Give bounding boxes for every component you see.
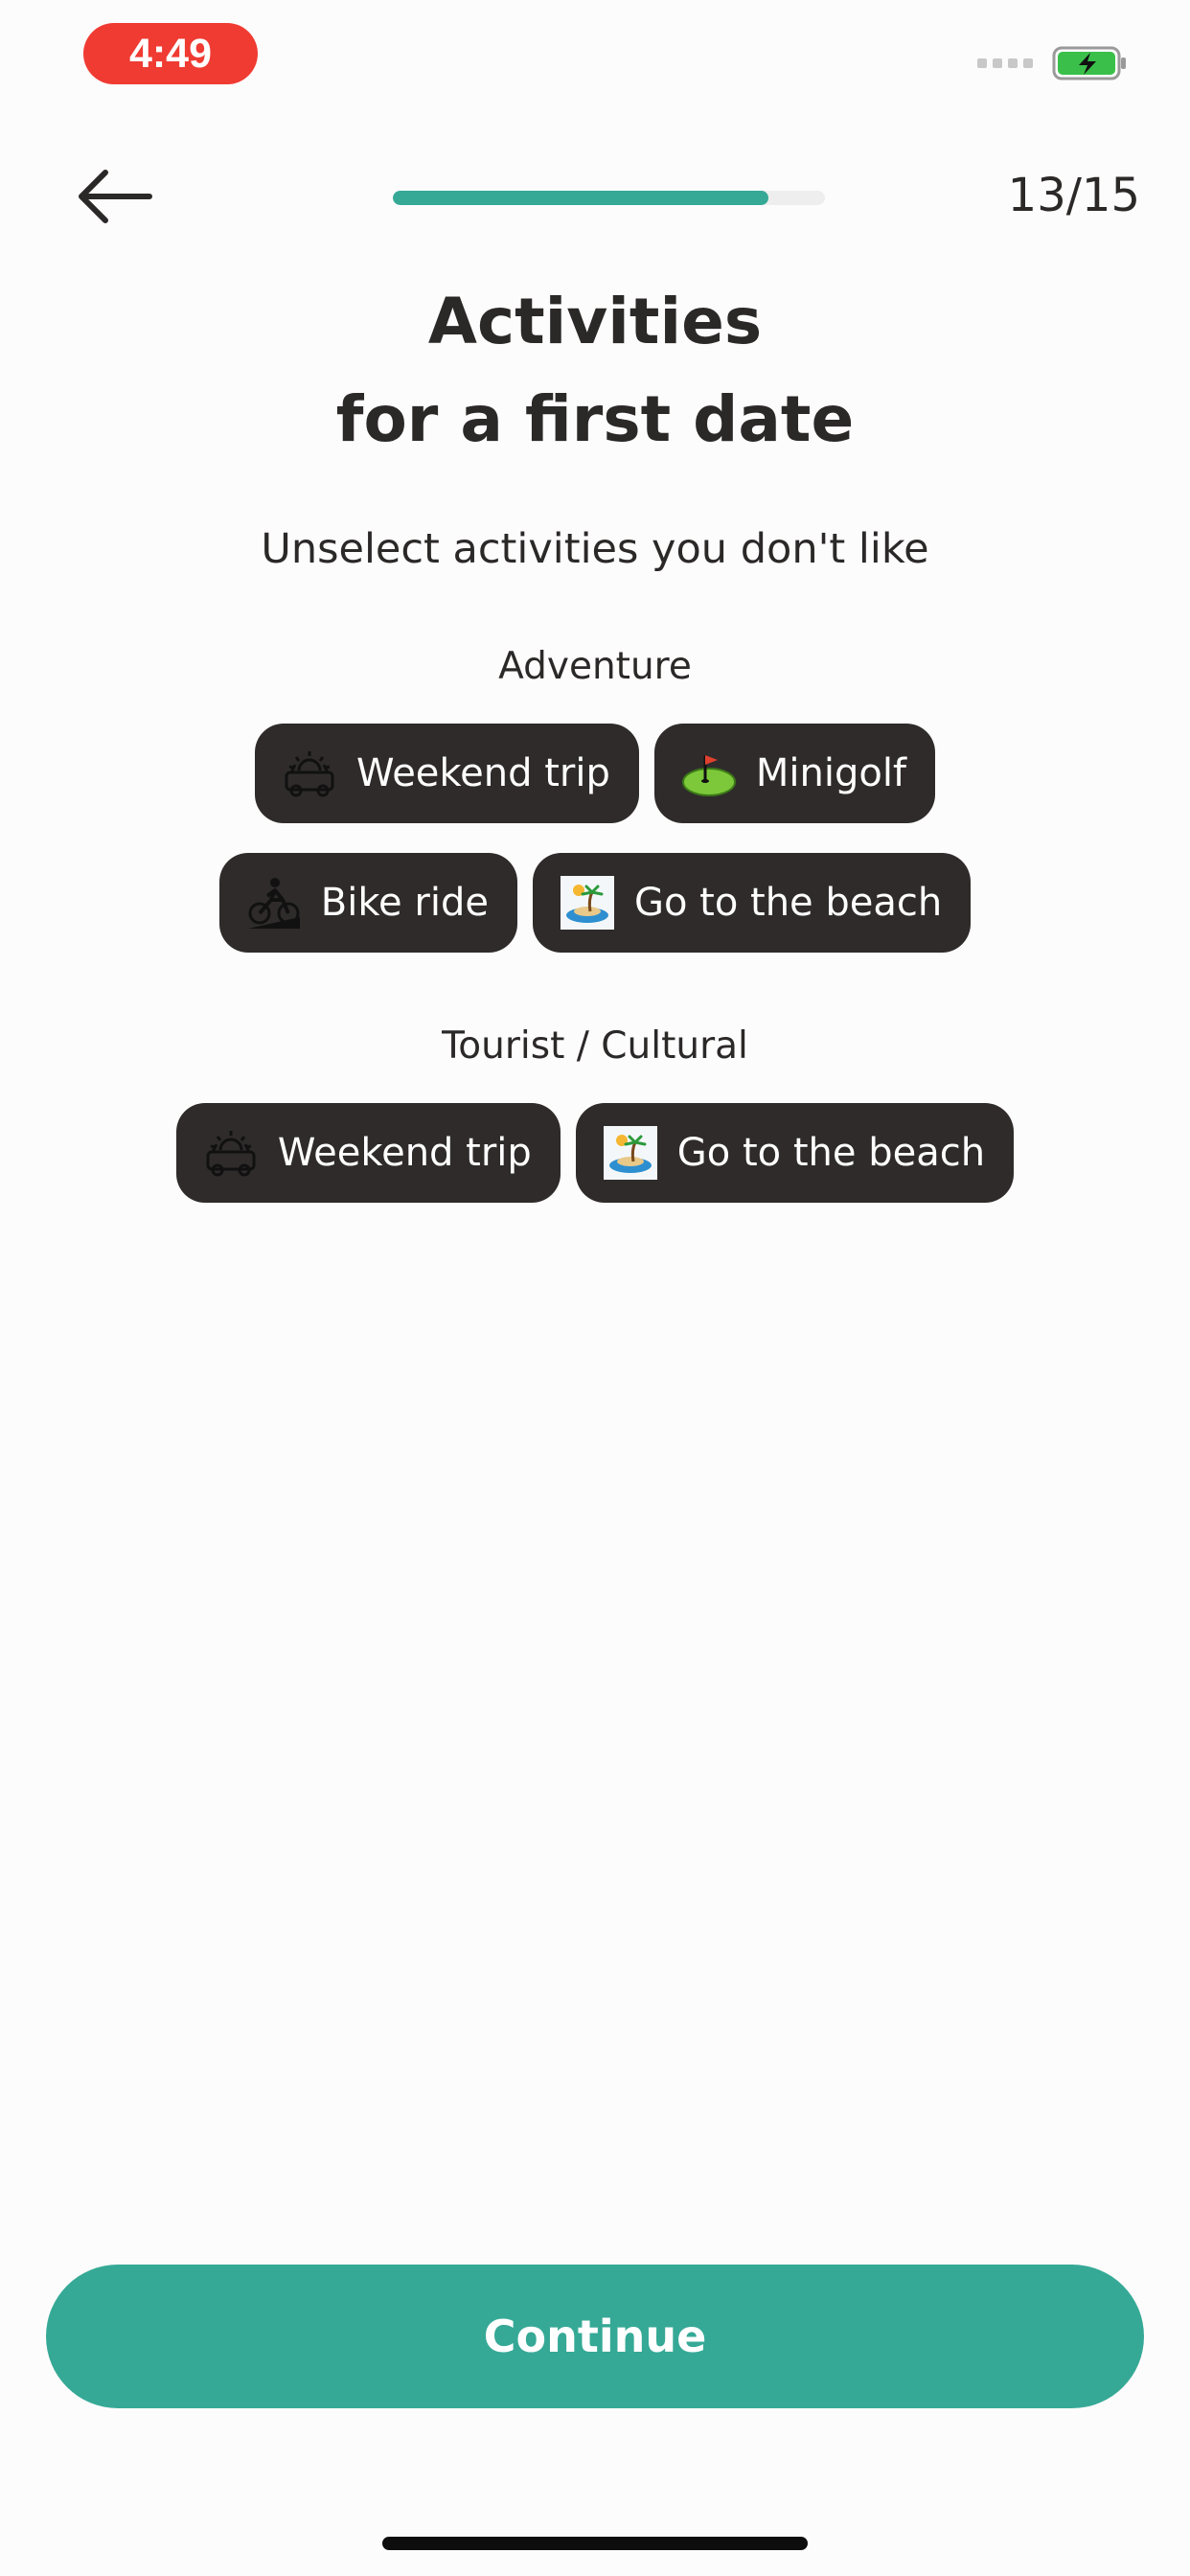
- chip-label: Weekend trip: [277, 1131, 532, 1175]
- battery-charging-icon: [1052, 46, 1126, 80]
- beach-island-icon: [603, 1125, 658, 1181]
- progress-fill: [393, 191, 769, 205]
- chip-row: Bike ride Go to the beach: [0, 853, 1190, 953]
- page-subtitle: Unselect activities you don't like: [261, 525, 929, 573]
- chip-go-to-the-beach[interactable]: Go to the beach: [575, 1103, 1015, 1203]
- car-sunrise-icon: [282, 746, 337, 801]
- status-icons: [977, 42, 1129, 84]
- chip-go-to-the-beach[interactable]: Go to the beach: [532, 853, 972, 953]
- chip-weekend-trip[interactable]: Weekend trip: [175, 1103, 561, 1203]
- beach-island-icon: [560, 875, 615, 931]
- golf-green-icon: [681, 746, 737, 801]
- back-arrow-icon[interactable]: [77, 163, 153, 230]
- chip-label: Go to the beach: [633, 881, 943, 925]
- chip-label: Minigolf: [755, 751, 907, 795]
- page-title: Activities for a first date: [0, 273, 1190, 469]
- progress-bar: [393, 191, 825, 205]
- page-title-line-1: Activities: [427, 285, 763, 358]
- page-title-line-2: for a first date: [335, 382, 855, 456]
- chip-label: Weekend trip: [355, 751, 610, 795]
- chip-bike-ride[interactable]: Bike ride: [218, 853, 517, 953]
- chip-weekend-trip[interactable]: Weekend trip: [254, 724, 639, 823]
- status-time: 4:49: [83, 23, 258, 84]
- section-label-tourist-cultural: Tourist / Cultural: [442, 1024, 748, 1068]
- chip-minigolf[interactable]: Minigolf: [653, 724, 936, 823]
- signal-icon: [977, 58, 1033, 68]
- cyclist-icon: [246, 875, 302, 931]
- home-indicator: [382, 2537, 808, 2550]
- section-label-adventure: Adventure: [498, 645, 692, 688]
- chip-row: Weekend trip Minigolf: [0, 724, 1190, 823]
- chip-label: Bike ride: [320, 881, 489, 925]
- step-counter: 13/15: [1007, 169, 1140, 222]
- chip-label: Go to the beach: [676, 1131, 986, 1175]
- continue-button[interactable]: Continue: [46, 2265, 1144, 2408]
- chip-row: Weekend trip Go to the beach: [0, 1103, 1190, 1203]
- car-sunrise-icon: [203, 1125, 259, 1181]
